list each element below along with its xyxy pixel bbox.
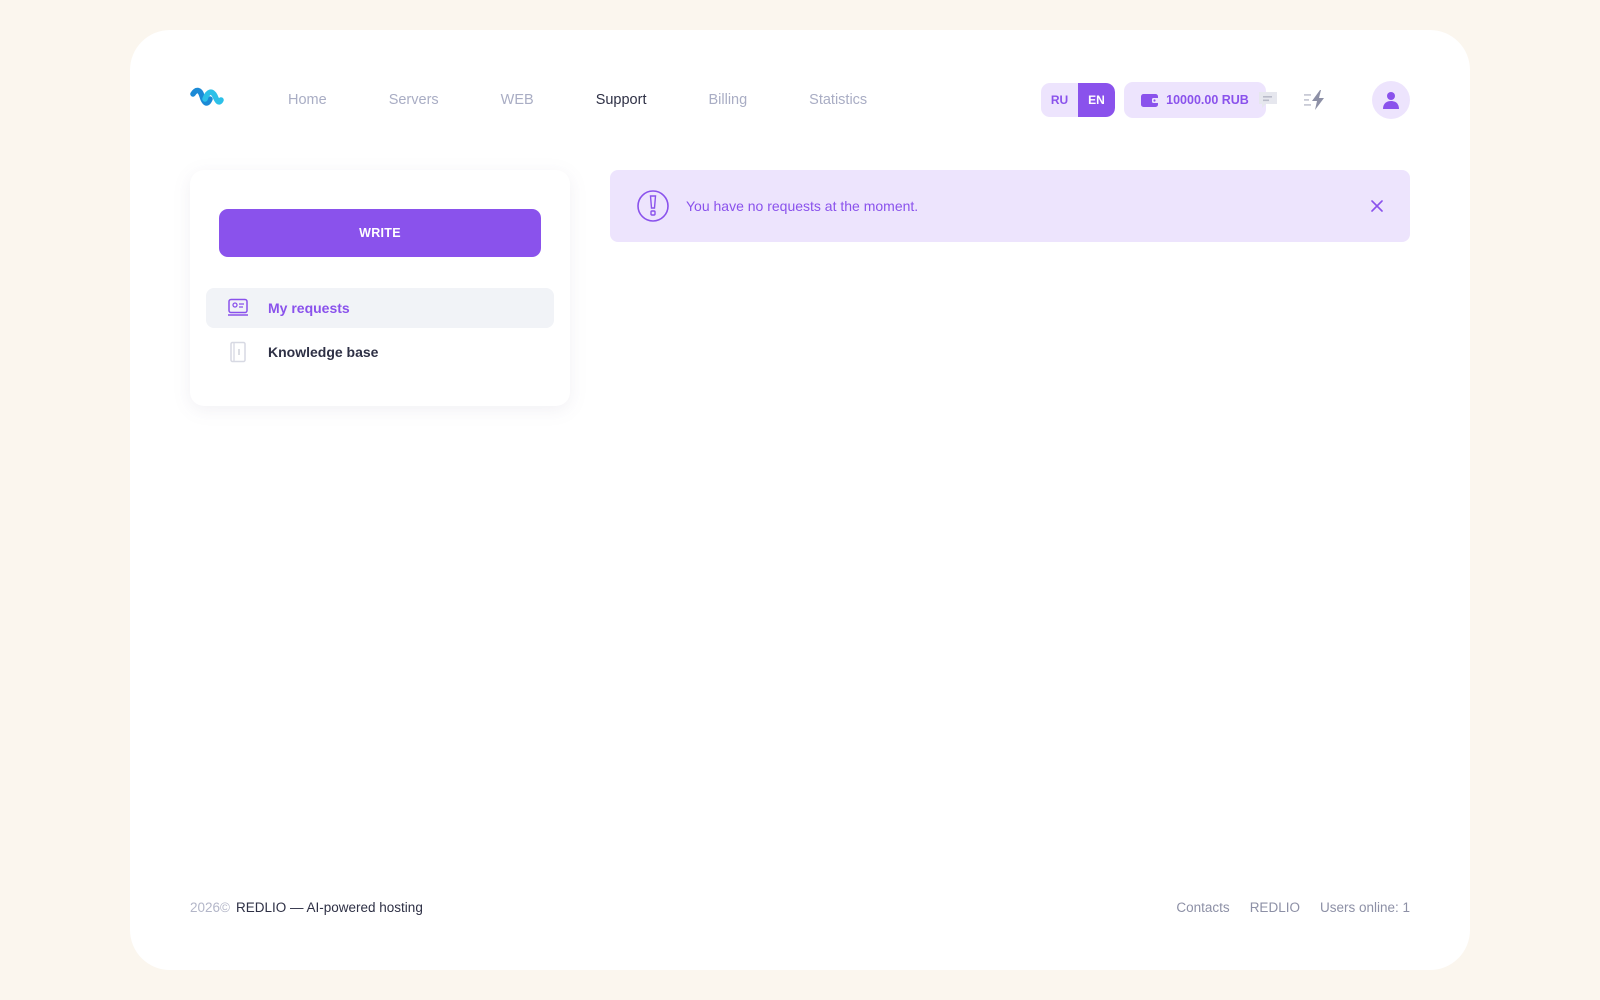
sidebar-item-knowledge-base[interactable]: Knowledge base xyxy=(206,332,554,372)
users-online: Users online: 1 xyxy=(1319,900,1410,915)
lang-en-button[interactable]: EN xyxy=(1078,83,1115,117)
balance-amount: 10000.00 RUB xyxy=(1166,93,1249,107)
main-nav: Home Servers WEB Support Billing Statist… xyxy=(288,90,929,110)
sidebar-item-label: Knowledge base xyxy=(268,344,379,360)
lang-ru-button[interactable]: RU xyxy=(1041,83,1078,117)
nav-statistics[interactable]: Statistics xyxy=(809,92,867,108)
support-sidebar: WRITE My requests Knowledge base xyxy=(190,170,570,406)
user-avatar-button[interactable] xyxy=(1372,81,1410,119)
sidebar-item-my-requests[interactable]: My requests xyxy=(206,288,554,328)
main-card: Home Servers WEB Support Billing Statist… xyxy=(130,30,1470,970)
wallet-icon xyxy=(1141,93,1160,107)
footer-brand-text: REDLIO — AI-powered hosting xyxy=(235,900,423,915)
support-tickets-icon xyxy=(226,296,250,320)
nav-billing[interactable]: Billing xyxy=(708,92,747,108)
logo-icon[interactable] xyxy=(190,86,224,112)
nav-servers[interactable]: Servers xyxy=(389,92,439,108)
language-switcher: RU EN xyxy=(1041,83,1115,117)
close-icon[interactable] xyxy=(1368,197,1386,215)
footer-year: 2026© xyxy=(190,900,230,915)
book-icon xyxy=(226,340,250,364)
footer-link-contacts[interactable]: Contacts xyxy=(1176,900,1229,915)
lightning-icon[interactable] xyxy=(1302,88,1328,112)
user-icon xyxy=(1383,92,1399,109)
exclamation-icon xyxy=(636,189,670,223)
no-requests-alert: You have no requests at the moment. xyxy=(610,170,1410,242)
nav-support[interactable]: Support xyxy=(596,92,647,108)
balance-button[interactable]: 10000.00 RUB xyxy=(1124,82,1266,118)
sidebar-item-label: My requests xyxy=(268,300,350,316)
nav-home[interactable]: Home xyxy=(288,92,327,108)
footer-links: Contacts REDLIO Users online: 1 xyxy=(1156,900,1410,915)
nav-web[interactable]: WEB xyxy=(501,92,534,108)
footer-link-redlio[interactable]: REDLIO xyxy=(1250,900,1300,915)
chat-icon[interactable] xyxy=(1255,88,1281,112)
write-button[interactable]: WRITE xyxy=(219,209,541,257)
alert-message: You have no requests at the moment. xyxy=(686,198,919,214)
footer-brand: 2026© REDLIO — AI-powered hosting xyxy=(190,900,423,915)
